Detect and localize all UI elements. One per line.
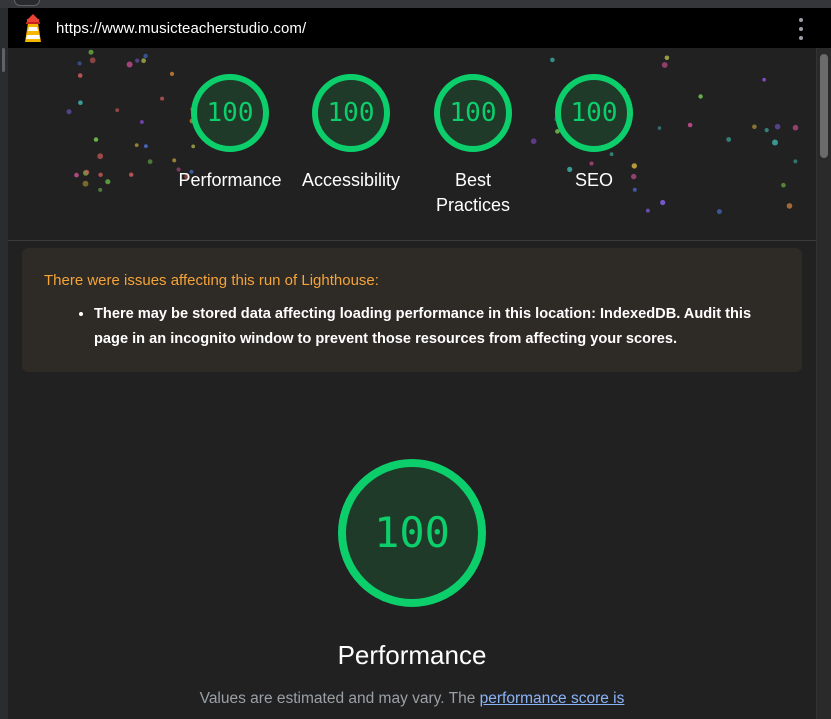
gauge-ring: 100 <box>432 72 514 154</box>
score-gauges: 100 Performance 100 Accessibility 100 Be… <box>8 48 816 238</box>
gauge-ring: 100 <box>189 72 271 154</box>
performance-score: 100 <box>374 508 450 557</box>
gauge-score: 100 <box>206 98 254 128</box>
gauge-ring: 100 <box>553 72 635 154</box>
gauge-label: Accessibility <box>301 170 401 190</box>
address-bar: https://www.musicteacherstudio.com/ <box>8 8 831 48</box>
gauge-score: 100 <box>327 98 375 128</box>
gauge-ring: 100 <box>310 72 392 154</box>
edge-mark <box>2 48 5 72</box>
gauge-score: 100 <box>570 98 618 128</box>
gauge-label: Best Practices <box>435 170 511 215</box>
warning-list: There may be stored data affecting loadi… <box>44 302 780 352</box>
more-vertical-icon[interactable] <box>791 18 811 40</box>
warning-heading: There were issues affecting this run of … <box>44 272 379 289</box>
gauge-label: SEO <box>574 170 613 190</box>
page-url[interactable]: https://www.musicteacherstudio.com/ <box>56 20 306 37</box>
scrollbar-thumb[interactable] <box>820 54 828 158</box>
warning-item: There may be stored data affecting loadi… <box>94 302 780 352</box>
performance-gauge[interactable]: 100 <box>337 458 487 608</box>
run-warning-box: There were issues affecting this run of … <box>22 248 802 372</box>
performance-title: Performance <box>337 640 487 670</box>
gauge-best-practices[interactable]: 100 Best Practices <box>408 72 538 218</box>
browser-tab-strip <box>0 0 831 8</box>
section-divider <box>8 240 816 241</box>
lighthouse-icon <box>20 12 46 44</box>
gauge-seo[interactable]: 100 SEO <box>529 72 659 193</box>
window-left-edge <box>0 8 8 719</box>
performance-score-link[interactable]: performance score is <box>480 690 625 707</box>
gauge-label: Performance <box>178 170 282 190</box>
gauge-performance[interactable]: 100 Performance <box>165 72 295 193</box>
report-content: 100 Performance 100 Accessibility 100 Be… <box>8 48 816 719</box>
gauge-accessibility[interactable]: 100 Accessibility <box>286 72 416 193</box>
note-text: Values are estimated and may vary. The <box>199 690 476 707</box>
tab-edge[interactable] <box>14 0 40 6</box>
gauge-score: 100 <box>449 98 497 128</box>
performance-note: Values are estimated and may vary. The p… <box>8 690 816 708</box>
scrollbar[interactable] <box>816 48 831 719</box>
